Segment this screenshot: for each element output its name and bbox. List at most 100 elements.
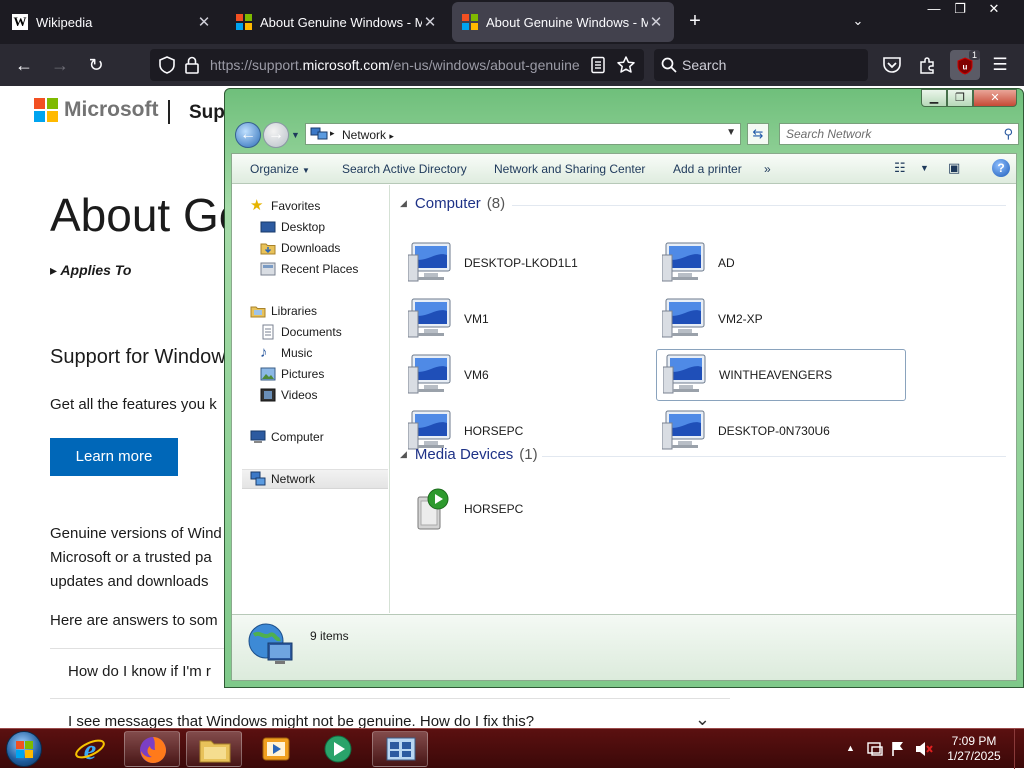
more-commands-button[interactable]: » (764, 162, 771, 176)
show-desktop-button[interactable] (1014, 729, 1024, 769)
nav-label: Documents (281, 325, 342, 339)
reader-view-icon[interactable] (590, 56, 606, 74)
network-sharing-center-button[interactable]: Network and Sharing Center (494, 162, 645, 176)
nav-pictures[interactable]: Pictures (260, 364, 388, 384)
tab-about-genuine-2[interactable]: About Genuine Windows - Microsoft ✕ (452, 2, 674, 42)
list-tabs-chevron-icon[interactable]: ⌄ (848, 10, 868, 32)
recent-pages-dropdown-icon[interactable]: ▼ (291, 130, 300, 140)
new-tab-button[interactable]: + (684, 10, 706, 32)
preview-pane-icon[interactable]: ▣ (948, 160, 960, 176)
nav-desktop[interactable]: Desktop (260, 217, 388, 237)
tab-wikipedia[interactable]: W Wikipedia ✕ (2, 2, 222, 42)
group-header-media-devices[interactable]: ◢ Media Devices (1) (400, 446, 538, 463)
help-icon[interactable]: ? (992, 159, 1010, 177)
back-arrow-icon[interactable]: ← (12, 53, 36, 77)
refresh-icon[interactable]: ⇆ (747, 123, 769, 145)
network-computer-tile[interactable]: VM1 (402, 293, 652, 345)
restore-button[interactable]: ❐ (944, 0, 976, 18)
reload-icon[interactable]: ↻ (84, 53, 108, 77)
extensions-puzzle-icon[interactable] (918, 55, 938, 75)
collapse-triangle-icon[interactable]: ◢ (400, 449, 407, 460)
applies-to-toggle[interactable]: ▸ Applies To (50, 262, 131, 279)
browser-tab-bar: W Wikipedia ✕ About Genuine Windows - Mi… (0, 0, 1024, 44)
organize-label: Organize (250, 162, 299, 176)
lock-icon[interactable] (184, 56, 200, 74)
group-name: Computer (414, 195, 481, 212)
group-count: (8) (486, 195, 506, 212)
explorer-forward-button[interactable]: → (263, 122, 289, 148)
tab-about-genuine-1[interactable]: About Genuine Windows - Microsoft ✕ (226, 2, 448, 42)
forward-arrow-icon[interactable]: → (48, 53, 72, 77)
media-device-tile[interactable]: HORSEPC (402, 483, 652, 535)
url-bar[interactable]: https://support.microsoft.com/en-us/wind… (150, 49, 644, 81)
taskbar-network-window[interactable] (372, 731, 428, 767)
nav-music[interactable]: ♪ Music (260, 343, 388, 363)
learn-more-button[interactable]: Learn more (50, 438, 178, 476)
search-icon (661, 57, 677, 73)
explorer-search-input[interactable]: Search Network ⚲ (779, 123, 1019, 145)
breadcrumb-arrow-icon[interactable]: ▸ (330, 128, 335, 139)
bookmark-star-icon[interactable] (616, 55, 636, 75)
explorer-back-button[interactable]: ← (235, 122, 261, 148)
nav-videos[interactable]: Videos (260, 385, 388, 405)
computer-name: AD (718, 256, 735, 270)
flag-icon[interactable] (890, 740, 906, 758)
network-computer-tile[interactable]: DESKTOP-0N730U6 (656, 405, 906, 457)
url-text[interactable]: https://support.microsoft.com/en-us/wind… (210, 57, 580, 73)
nav-libraries[interactable]: Libraries (250, 301, 406, 321)
shield-icon[interactable] (158, 56, 176, 74)
change-view-icon[interactable]: ☷ (894, 160, 906, 176)
address-dropdown-icon[interactable]: ▼ (726, 127, 736, 138)
computer-name: WINTHEAVENGERS (719, 368, 833, 382)
search-icon[interactable]: ⚲ (1003, 126, 1013, 142)
taskbar-explorer[interactable] (186, 731, 242, 767)
explorer-address-bar[interactable]: ▸ Network ▸ ▼ (305, 123, 741, 145)
explorer-minimize-button[interactable]: ▁ (921, 89, 947, 107)
taskbar-media-player[interactable] (248, 731, 304, 767)
system-clock[interactable]: 7:09 PM 1/27/2025 (938, 734, 1010, 764)
explorer-maximize-button[interactable]: ❐ (947, 89, 973, 107)
taskbar-wmp[interactable] (310, 731, 366, 767)
close-tab-icon[interactable]: ✕ (422, 13, 438, 31)
taskbar-internet-explorer[interactable]: e (62, 731, 118, 767)
network-computer-tile-selected[interactable]: WINTHEAVENGERS (656, 349, 906, 401)
section-heading: Support for Window (50, 346, 226, 368)
search-active-directory-button[interactable]: Search Active Directory (342, 162, 467, 176)
explorer-close-button[interactable]: ✕ (973, 89, 1017, 107)
network-computer-tile[interactable]: VM6 (402, 349, 652, 401)
network-computer-tile[interactable]: VM2-XP (656, 293, 906, 345)
nav-network[interactable]: Network (242, 469, 388, 489)
tab-title: Wikipedia (36, 14, 93, 30)
close-tab-icon[interactable]: ✕ (196, 13, 212, 31)
start-button[interactable] (6, 731, 42, 767)
nav-favorites[interactable]: ★ Favorites (250, 196, 406, 216)
network-computer-tile[interactable]: DESKTOP-LKOD1L1 (402, 237, 652, 289)
view-dropdown-icon[interactable]: ▼ (920, 163, 929, 173)
network-computer-tile[interactable]: AD (656, 237, 906, 289)
volume-muted-icon[interactable] (914, 740, 934, 758)
command-bar: Organize ▼ Search Active Directory Netwo… (232, 154, 1016, 184)
search-bar[interactable]: Search (654, 49, 868, 81)
nav-computer[interactable]: Computer (250, 427, 406, 447)
explorer-address-row: ← → ▼ ▸ Network ▸ ▼ ⇆ Search Network ⚲ (231, 119, 1021, 149)
breadcrumb[interactable]: Network ▸ (342, 128, 394, 142)
microsoft-brand[interactable]: Microsoft (34, 98, 159, 122)
close-window-button[interactable]: ✕ (978, 0, 1010, 18)
hamburger-menu-icon[interactable]: ☰ (988, 53, 1012, 77)
group-header-computer[interactable]: ◢ Computer (8) (400, 195, 505, 212)
pocket-icon[interactable] (882, 56, 902, 74)
close-tab-icon[interactable]: ✕ (648, 13, 664, 31)
show-hidden-icons-arrow[interactable]: ▲ (846, 743, 855, 753)
add-printer-button[interactable]: Add a printer (673, 162, 742, 176)
collapse-triangle-icon[interactable]: ◢ (400, 198, 407, 209)
nav-downloads[interactable]: Downloads (260, 238, 388, 258)
organize-button[interactable]: Organize ▼ (250, 162, 310, 176)
nav-recent-places[interactable]: Recent Places (260, 259, 388, 279)
item-count-status: 9 items (310, 629, 349, 643)
ublock-extension-button[interactable]: u 1 (950, 50, 980, 80)
star-icon: ★ (250, 197, 264, 214)
browser-toolbar: ← → ↻ https://support.microsoft.com/en-u… (0, 44, 1024, 86)
action-center-icon[interactable] (866, 741, 884, 757)
nav-documents[interactable]: Documents (260, 322, 388, 342)
taskbar-firefox[interactable] (124, 731, 180, 767)
